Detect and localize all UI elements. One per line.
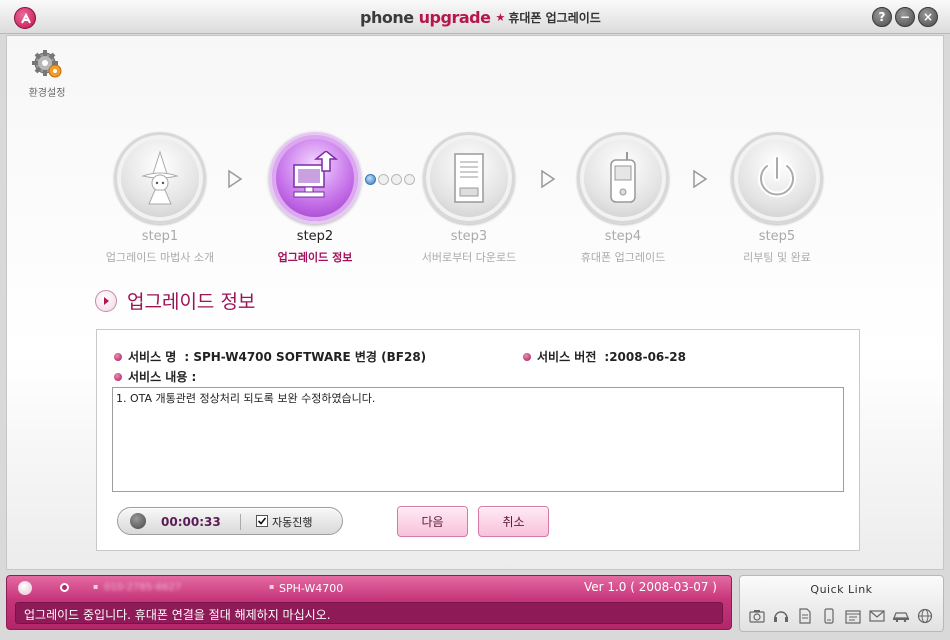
headset-icon[interactable] bbox=[772, 607, 790, 625]
globe-icon[interactable] bbox=[916, 607, 934, 625]
step-5-name: 리부팅 및 완료 bbox=[743, 251, 811, 264]
camera-icon[interactable] bbox=[748, 607, 766, 625]
step-3: step3 서버로부터 다운로드 bbox=[394, 132, 544, 265]
window-subtitle: 휴대폰 업그레이드 bbox=[508, 10, 601, 25]
step-1-name: 업그레이드 마법사 소개 bbox=[105, 251, 215, 264]
bullet-icon bbox=[114, 372, 122, 381]
step-1: step1 업그레이드 마법사 소개 bbox=[85, 132, 235, 265]
step-3-number: step3 bbox=[450, 229, 488, 244]
quick-link-title: Quick Link bbox=[810, 583, 873, 596]
power-icon bbox=[758, 155, 796, 198]
title-bar: phone upgrade ★ 휴대폰 업그레이드 ? − × bbox=[0, 0, 950, 34]
section-heading: 업그레이드 정보 bbox=[95, 287, 255, 314]
step-2-name: 업그레이드 정보 bbox=[277, 251, 353, 264]
phone-icon bbox=[610, 152, 636, 203]
car-icon[interactable] bbox=[892, 607, 910, 625]
step-2-number: step2 bbox=[296, 229, 334, 244]
step-4-name: 휴대폰 업그레이드 bbox=[580, 251, 666, 264]
computer-upload-icon bbox=[293, 151, 339, 198]
status-panel: ▪ 010-2785-6627 ▪ SPH-W4700 Ver 1.0 ( 20… bbox=[6, 575, 732, 630]
brand-name: phone upgrade bbox=[360, 7, 491, 27]
quick-link-panel: Quick Link bbox=[739, 575, 944, 632]
service-version-row: 서비스 버전 :2008-06-28 bbox=[523, 348, 686, 365]
server-icon bbox=[454, 153, 484, 203]
help-button[interactable]: ? bbox=[872, 7, 892, 27]
service-name-label: 서비스 명 bbox=[128, 350, 177, 364]
section-title: 업그레이드 정보 bbox=[127, 291, 256, 313]
timer-bar: 00:00:33 자동진행 bbox=[117, 507, 343, 535]
bullet-icon bbox=[114, 352, 122, 361]
auto-proceed-checkbox[interactable] bbox=[256, 515, 268, 527]
service-content-textarea[interactable]: 1. OTA 개통관련 정상처리 되도록 보완 수정하였습니다. bbox=[112, 387, 844, 492]
star-icon: ★ bbox=[495, 10, 506, 24]
service-version-label: 서비스 버전 bbox=[537, 350, 597, 364]
window-title: phone upgrade ★ 휴대폰 업그레이드 bbox=[360, 6, 601, 28]
phone-number: 010-2785-6627 bbox=[104, 582, 182, 593]
play-bullet-icon bbox=[95, 289, 117, 312]
clock-icon bbox=[130, 513, 146, 529]
step-4-number: step4 bbox=[604, 229, 642, 244]
status-connection-icon bbox=[18, 581, 32, 595]
step-4: step4 휴대폰 업그레이드 bbox=[548, 132, 698, 265]
mail-icon[interactable] bbox=[868, 607, 886, 625]
auto-proceed-label[interactable]: 자동진행 bbox=[272, 514, 312, 530]
elapsed-timer: 00:00:33 bbox=[161, 515, 221, 529]
quick-link-icons bbox=[748, 607, 934, 625]
bullet-icon bbox=[523, 352, 531, 361]
gear-icon bbox=[32, 50, 62, 78]
close-button[interactable]: × bbox=[918, 7, 938, 27]
minimize-button[interactable]: − bbox=[895, 7, 915, 27]
step-5: step5 리부팅 및 완료 bbox=[702, 132, 852, 265]
info-box: 서비스 명 : SPH-W4700 SOFTWARE 변경 (BF28) 서비스… bbox=[96, 329, 860, 551]
app-logo-icon[interactable] bbox=[14, 7, 36, 29]
cancel-button[interactable]: 취소 bbox=[478, 506, 549, 537]
next-button[interactable]: 다음 bbox=[397, 506, 468, 537]
service-name-value: : SPH-W4700 SOFTWARE 변경 (BF28) bbox=[184, 350, 427, 364]
settings-button[interactable]: 환경설정 bbox=[27, 49, 67, 99]
progress-dot bbox=[378, 174, 389, 185]
progress-dot-active bbox=[365, 174, 376, 185]
document-icon[interactable] bbox=[796, 607, 814, 625]
service-name-row: 서비스 명 : SPH-W4700 SOFTWARE 변경 (BF28) bbox=[114, 348, 426, 365]
phone-model: SPH-W4700 bbox=[279, 582, 344, 595]
status-indicator-icon bbox=[60, 583, 69, 592]
step-3-name: 서버로부터 다운로드 bbox=[421, 251, 517, 264]
calendar-icon[interactable] bbox=[844, 607, 862, 625]
app-version: Ver 1.0 ( 2008-03-07 ) bbox=[583, 580, 717, 594]
mobile-phone-icon[interactable] bbox=[820, 607, 838, 625]
status-message: 업그레이드 중입니다. 휴대폰 연결을 절대 해제하지 마십시오. bbox=[15, 602, 723, 624]
service-content-row: 서비스 내용 : bbox=[114, 368, 196, 385]
step-2: step2 업그레이드 정보 bbox=[240, 132, 390, 265]
step-1-number: step1 bbox=[141, 229, 179, 244]
settings-label: 환경설정 bbox=[28, 88, 66, 99]
step-5-number: step5 bbox=[758, 229, 796, 244]
service-content-label: 서비스 내용 : bbox=[128, 370, 197, 384]
service-version-value: :2008-06-28 bbox=[604, 349, 686, 364]
main-panel: 환경설정 step1 업그레이드 마법사 소개 step2 업그레이드 정보 s… bbox=[6, 35, 944, 570]
wizard-icon bbox=[141, 150, 179, 205]
